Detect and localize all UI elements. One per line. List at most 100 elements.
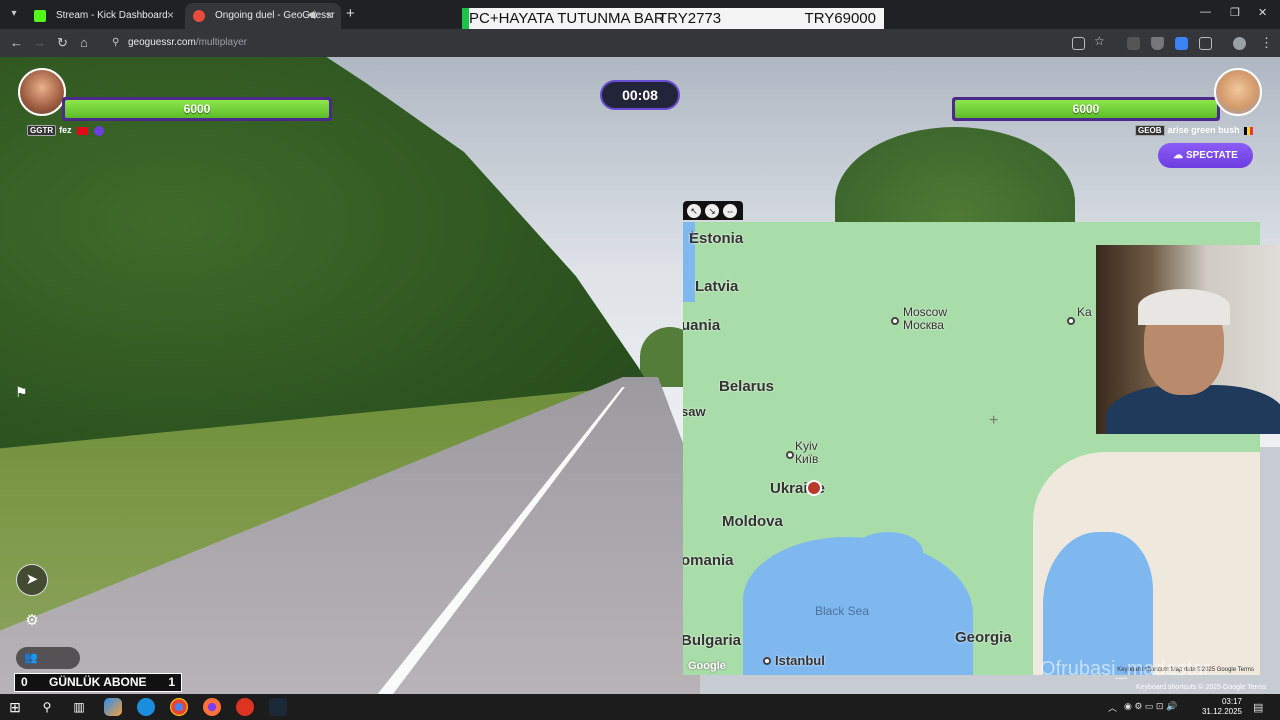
round-timer: 00:08 [600,80,680,110]
map-shrink-icon[interactable]: ↘ [705,204,719,218]
tab-kick-dashboard[interactable]: Stream - Kick Dashboard × [26,3,182,29]
minimize-icon[interactable]: — [1200,6,1211,18]
map-city-kyiv: Kyiv Київ [795,440,818,466]
donation-ticker: PC+HAYATA TUTUNMA BAR TRY2773 TRY69000 [462,8,884,29]
player1-tag: GGTR fez [27,125,104,136]
report-icon[interactable]: ⚑ [15,384,28,401]
belgium-flag-icon [1244,126,1254,135]
geoguessr-favicon-icon [193,10,205,22]
moscow-dot [891,317,899,325]
map-crosshair-icon: + [989,412,999,429]
map-expand-icon[interactable]: ↖ [687,204,701,218]
site-info-icon[interactable]: ⚲ [112,32,119,54]
map-city-ka: Ka [1077,305,1092,319]
chrome-icon[interactable] [170,698,188,716]
kyiv-ua-label: Київ [795,452,819,466]
guess-marker-pin[interactable] [806,480,822,496]
map-size-controls: ↖ ↘ ⇔ [683,201,743,220]
extension-blue-icon[interactable] [1175,37,1188,50]
clock-time: 03:17 [1221,697,1242,706]
extension-icon[interactable] [1127,37,1140,50]
spectate-button[interactable]: ☁ SPECTATE [1158,143,1253,168]
tray-app-icons[interactable]: ◉ ⚙ ▭ ⊡ 🔊 [1124,701,1177,712]
new-tab-icon[interactable]: + [346,5,355,22]
player2-tag: GEOB arise green bush [1135,125,1254,136]
player1-avatar [18,68,66,116]
player2-health-value: 6000 [1072,102,1100,116]
streamer-webcam [1096,245,1280,434]
ka-dot [1067,317,1075,325]
clock-date: 31.12.2025 [1201,707,1242,716]
player2-team-badge: GEOB [1135,125,1165,136]
url-path: /multiplayer [195,37,247,48]
steam-icon[interactable] [269,698,287,716]
spectate-label: SPECTATE [1185,150,1238,161]
map-label-moldova: Moldova [722,513,783,530]
obs-icon[interactable] [236,698,254,716]
close-tab-icon[interactable]: × [326,8,333,22]
menu-icon[interactable]: ⋮ [1260,35,1273,51]
daily-sub-counter: 0 GÜNLÜK ABONE 1 [14,673,182,692]
windows-start-icon[interactable]: ⊞ [6,698,24,716]
ticker-current-amount: TRY2773 [658,10,722,27]
firefox-icon[interactable] [203,698,221,716]
map-city-moscow: Moscow Москва [903,306,947,332]
map-label-bulgaria: Bulgaria [683,632,742,649]
extensions-puzzle-icon[interactable] [1199,37,1212,50]
shield-extension-icon[interactable] [1151,37,1164,50]
player1-health-fill: 6000 [65,100,329,118]
windows-taskbar: ⊞ ⚲ ▥ ︿ ◉ ⚙ ▭ ⊡ 🔊 03:17 31.12.2025 ▤ [0,694,1280,720]
player1-health-bar: 6000 [62,97,332,121]
player2-avatar [1214,68,1262,116]
stream-watermark: Ofrubasi_madastar [1040,658,1211,680]
restore-icon[interactable]: ❐ [1230,6,1240,19]
screen: { "tabs":[ {"title":"Stream - Kick Dashb… [0,0,1280,720]
map-city-istanbul: Istanbul [775,653,825,668]
kyiv-dot [786,451,794,459]
forward-icon[interactable]: → [33,35,46,50]
tab-search-dropdown-icon[interactable]: ▾ [6,6,22,22]
webcam-headphones [1138,289,1230,325]
moscow-ru-label: Москва [903,318,944,332]
tab-title: Stream - Kick Dashboard [56,10,168,21]
google-logo: Google [688,660,726,672]
spectate-icon: ☁ [1173,150,1186,161]
istanbul-dot [763,657,771,665]
compass-icon[interactable]: ➤ [16,564,48,596]
map-zoom-in-icon[interactable]: + [689,228,695,240]
notifications-icon[interactable]: ▤ [1253,701,1263,714]
tray-chevron-icon[interactable]: ︿ [1108,701,1117,714]
profile-icon[interactable] [1233,37,1246,50]
map-pin-icon[interactable]: ⇔ [723,204,737,218]
reload-icon[interactable]: ↻ [57,35,68,51]
map-label-belarus: Belarus [719,378,775,395]
system-clock[interactable]: 03:17 31.12.2025 [1202,697,1242,717]
keyboard-shortcuts-note[interactable]: Keyboard shortcuts © 2025 Google Terms [1136,684,1266,691]
player2-health-bar: 6000 [952,97,1220,121]
chat-players-icon[interactable]: 👥 [16,647,80,669]
bookmark-star-icon[interactable]: ☆ [1094,34,1105,48]
daily-sub-count: 0 [21,675,28,689]
ticker-accent [462,8,469,29]
map-label-lithuania: uania [683,317,721,334]
close-window-icon[interactable]: ✕ [1258,6,1267,19]
task-view-icon[interactable]: ▥ [70,698,88,716]
back-icon[interactable]: ← [10,35,23,50]
player1-team-badge: GGTR [27,125,57,136]
map-label-latvia: Latvia [695,278,739,295]
player1-name: fez [59,125,72,135]
close-tab-icon[interactable]: × [167,8,174,22]
settings-gear-icon[interactable]: ⚙ [16,606,48,638]
home-icon[interactable]: ⌂ [80,35,88,50]
map-azov-sea [853,532,923,572]
copilot-icon[interactable] [104,698,122,716]
kick-favicon-icon [34,10,46,22]
edge-icon[interactable] [137,698,155,716]
daily-sub-value: 1 [168,675,175,689]
tab-geoguessr-duel[interactable]: Ongoing duel - GeoGuessr ◀) × [185,3,341,29]
search-icon[interactable]: ⚲ [38,698,56,716]
address-bar[interactable]: ⚲ geoguessr.com/multiplayer [100,32,1120,54]
install-app-icon[interactable] [1072,37,1085,50]
speaker-icon[interactable]: ◀) [307,9,317,20]
moscow-label: Moscow [903,305,948,319]
